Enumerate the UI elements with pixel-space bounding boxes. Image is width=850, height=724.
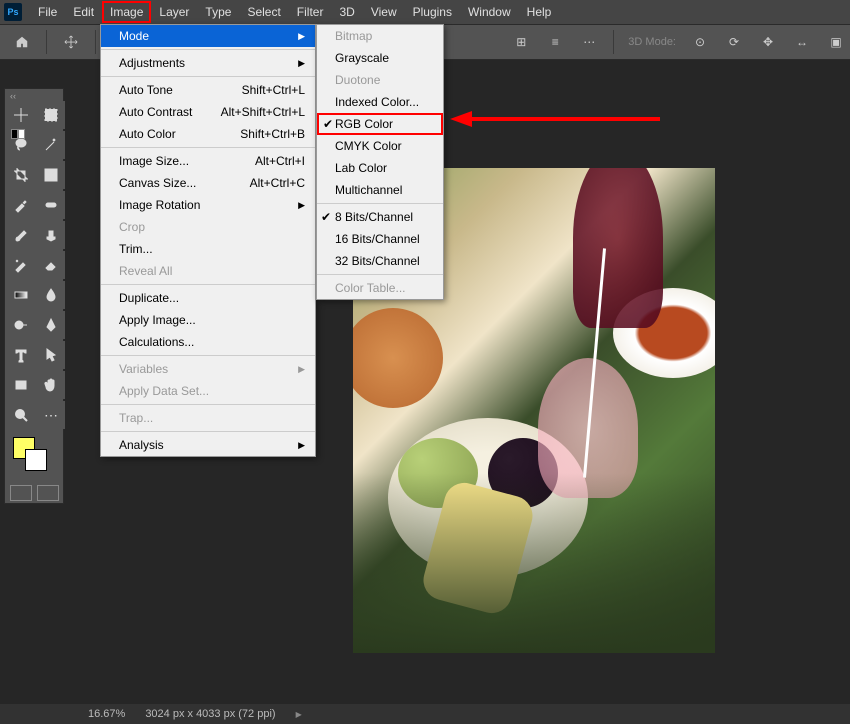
menu-item-image-rotation[interactable]: Image Rotation▶ xyxy=(101,194,315,216)
menu-separator xyxy=(101,49,315,50)
slide-icon[interactable]: ↔ xyxy=(788,28,816,56)
menu-separator xyxy=(317,203,443,204)
type-tool-icon[interactable] xyxy=(7,341,35,369)
default-colors-icon[interactable] xyxy=(11,129,25,139)
menu-item-canvas-size[interactable]: Canvas Size...Alt+Ctrl+C xyxy=(101,172,315,194)
menu-item-lab-color[interactable]: Lab Color xyxy=(317,157,443,179)
orbit-icon[interactable]: ⊙ xyxy=(686,28,714,56)
menu-item-reveal-all: Reveal All xyxy=(101,260,315,282)
clone-stamp-tool-icon[interactable] xyxy=(37,221,65,249)
menu-select[interactable]: Select xyxy=(239,1,288,23)
menu-separator xyxy=(317,274,443,275)
blur-tool-icon[interactable] xyxy=(37,281,65,309)
menu-separator xyxy=(101,284,315,285)
home-icon[interactable] xyxy=(8,28,36,56)
panel-collapse-icon[interactable]: ‹‹ xyxy=(7,91,61,101)
magic-wand-tool-icon[interactable] xyxy=(37,131,65,159)
menu-item-trim[interactable]: Trim... xyxy=(101,238,315,260)
menu-separator xyxy=(101,404,315,405)
menu-item-grayscale[interactable]: Grayscale xyxy=(317,47,443,69)
menu-image[interactable]: Image xyxy=(102,1,151,23)
dodge-tool-icon[interactable] xyxy=(7,311,35,339)
gradient-tool-icon[interactable] xyxy=(7,281,35,309)
menu-item-duplicate[interactable]: Duplicate... xyxy=(101,287,315,309)
edit-toolbar-icon[interactable]: ⋯ xyxy=(37,401,65,429)
status-bar: 16.67% 3024 px x 4033 px (72 ppi) ▶ xyxy=(78,704,302,724)
menu-help[interactable]: Help xyxy=(519,1,560,23)
background-color-swatch[interactable] xyxy=(25,449,47,471)
image-menu-dropdown: Mode▶Adjustments▶Auto ToneShift+Ctrl+LAu… xyxy=(100,24,316,457)
menu-view[interactable]: View xyxy=(363,1,405,23)
menu-layer[interactable]: Layer xyxy=(151,1,197,23)
menu-edit[interactable]: Edit xyxy=(65,1,102,23)
color-swatches[interactable] xyxy=(7,433,61,481)
more-icon[interactable]: ⋯ xyxy=(575,28,603,56)
menu-item-adjustments[interactable]: Adjustments▶ xyxy=(101,52,315,74)
menu-separator xyxy=(101,355,315,356)
menu-item-indexed-color[interactable]: Indexed Color... xyxy=(317,91,443,113)
menu-item-color-table: Color Table... xyxy=(317,277,443,299)
menu-item-calculations[interactable]: Calculations... xyxy=(101,331,315,353)
menu-item-duotone: Duotone xyxy=(317,69,443,91)
menu-item-multichannel[interactable]: Multichannel xyxy=(317,179,443,201)
menu-item-apply-image[interactable]: Apply Image... xyxy=(101,309,315,331)
screen-mode-icon[interactable] xyxy=(37,485,59,501)
rotate-icon[interactable]: ⟳ xyxy=(720,28,748,56)
camera-icon[interactable]: ▣ xyxy=(822,28,850,56)
brush-tool-icon[interactable] xyxy=(7,221,35,249)
menu-item-rgb-color[interactable]: ✔RGB Color xyxy=(317,113,443,135)
menu-item-auto-tone[interactable]: Auto ToneShift+Ctrl+L xyxy=(101,79,315,101)
menu-item-16-bits-channel[interactable]: 16 Bits/Channel xyxy=(317,228,443,250)
marquee-tool-icon[interactable] xyxy=(37,101,65,129)
menu-item-crop: Crop xyxy=(101,216,315,238)
menu-3d[interactable]: 3D xyxy=(331,1,362,23)
pen-tool-icon[interactable] xyxy=(37,311,65,339)
move-tool-icon[interactable] xyxy=(57,28,85,56)
menu-item-trap: Trap... xyxy=(101,407,315,429)
menu-item-bitmap: Bitmap xyxy=(317,25,443,47)
app-logo-icon: Ps xyxy=(4,3,22,21)
move-tool-icon[interactable] xyxy=(7,101,35,129)
menu-item-analysis[interactable]: Analysis▶ xyxy=(101,434,315,456)
zoom-tool-icon[interactable] xyxy=(7,401,35,429)
menu-type[interactable]: Type xyxy=(197,1,239,23)
menu-bar: Ps File Edit Image Layer Type Select Fil… xyxy=(0,0,850,24)
history-brush-tool-icon[interactable] xyxy=(7,251,35,279)
healing-brush-tool-icon[interactable] xyxy=(37,191,65,219)
menu-item-8-bits-channel[interactable]: ✔8 Bits/Channel xyxy=(317,206,443,228)
menu-separator xyxy=(101,431,315,432)
menu-item-32-bits-channel[interactable]: 32 Bits/Channel xyxy=(317,250,443,272)
hand-tool-icon[interactable] xyxy=(37,371,65,399)
menu-plugins[interactable]: Plugins xyxy=(405,1,460,23)
menu-item-variables: Variables▶ xyxy=(101,358,315,380)
crop-tool-icon[interactable] xyxy=(7,161,35,189)
menu-separator xyxy=(101,147,315,148)
document-dimensions: 3024 px x 4033 px (72 ppi) xyxy=(145,708,275,720)
align-icon[interactable]: ⊞ xyxy=(507,28,535,56)
tools-panel: ‹‹ ⋯ xyxy=(4,88,64,504)
eraser-tool-icon[interactable] xyxy=(37,251,65,279)
3d-mode-label: 3D Mode: xyxy=(624,36,680,48)
menu-item-mode[interactable]: Mode▶ xyxy=(101,25,315,47)
pan-icon[interactable]: ✥ xyxy=(754,28,782,56)
menu-item-apply-data-set: Apply Data Set... xyxy=(101,380,315,402)
menu-item-cmyk-color[interactable]: CMYK Color xyxy=(317,135,443,157)
menu-window[interactable]: Window xyxy=(460,1,519,23)
distribute-icon[interactable]: ≡ xyxy=(541,28,569,56)
frame-tool-icon[interactable] xyxy=(37,161,65,189)
mode-submenu-dropdown: BitmapGrayscaleDuotoneIndexed Color...✔R… xyxy=(316,24,444,300)
menu-item-auto-contrast[interactable]: Auto ContrastAlt+Shift+Ctrl+L xyxy=(101,101,315,123)
path-selection-tool-icon[interactable] xyxy=(37,341,65,369)
zoom-level[interactable]: 16.67% xyxy=(88,708,125,720)
rectangle-tool-icon[interactable] xyxy=(7,371,35,399)
menu-item-auto-color[interactable]: Auto ColorShift+Ctrl+B xyxy=(101,123,315,145)
eyedropper-tool-icon[interactable] xyxy=(7,191,35,219)
menu-file[interactable]: File xyxy=(30,1,65,23)
menu-filter[interactable]: Filter xyxy=(289,1,332,23)
menu-item-image-size[interactable]: Image Size...Alt+Ctrl+I xyxy=(101,150,315,172)
annotation-arrow-icon xyxy=(450,111,660,127)
statusbar-flyout-icon[interactable]: ▶ xyxy=(296,710,302,719)
menu-separator xyxy=(101,76,315,77)
quick-mask-icon[interactable] xyxy=(10,485,32,501)
